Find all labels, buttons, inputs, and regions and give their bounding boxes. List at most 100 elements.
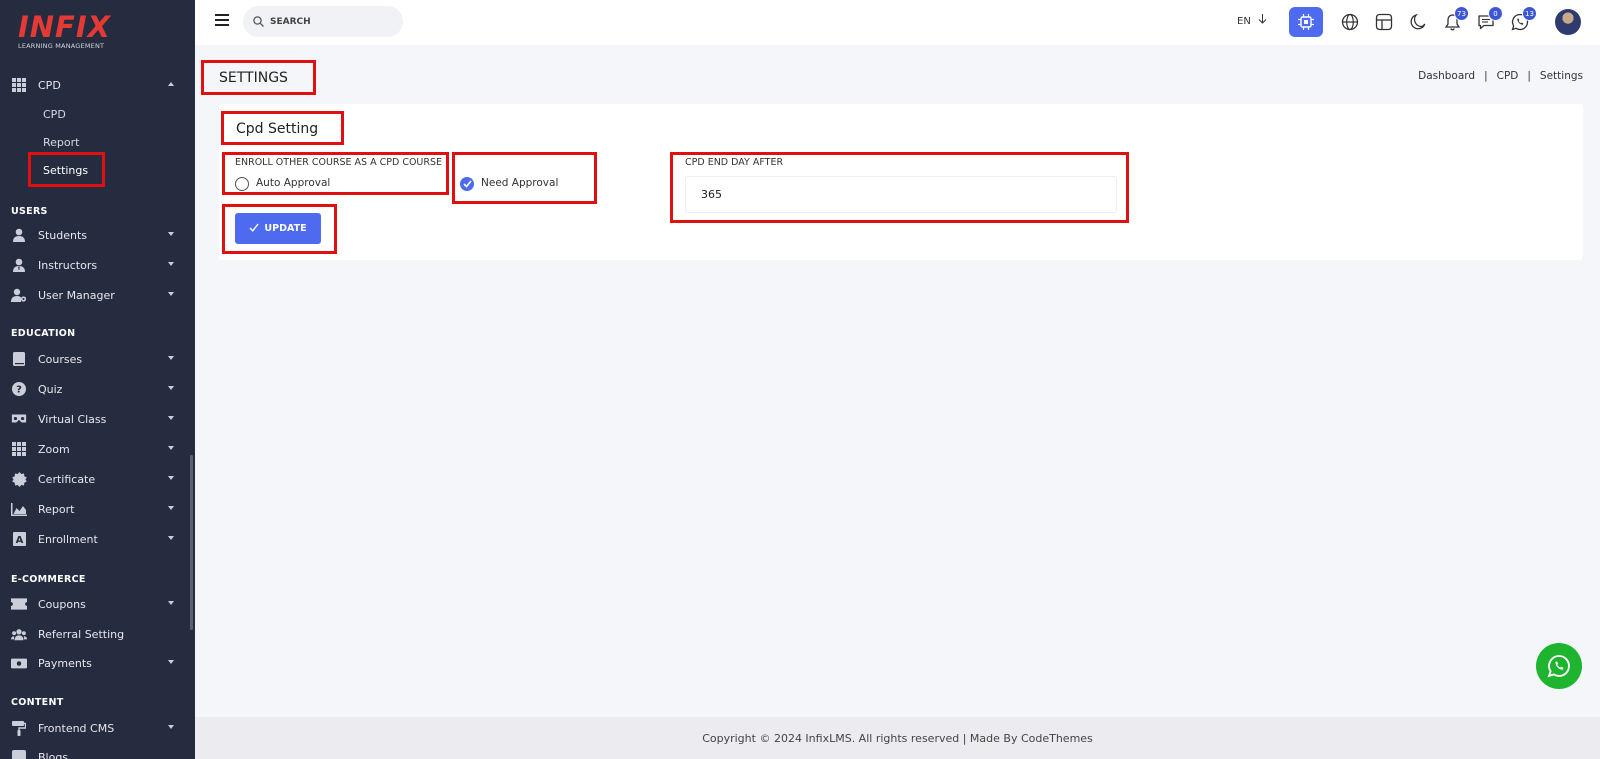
sidebar-item-label: Referral Setting bbox=[38, 627, 125, 641]
sidebar-item-referral-setting[interactable]: Referral Setting bbox=[0, 621, 190, 647]
sidebar-item-label: User Manager bbox=[38, 288, 115, 302]
sidebar-item-courses[interactable]: Courses bbox=[0, 346, 190, 372]
bell-icon[interactable]: 73 bbox=[1441, 6, 1469, 33]
blog-icon bbox=[11, 749, 27, 759]
svg-text:?: ? bbox=[16, 385, 22, 396]
section-label-ecommerce: E-COMMERCE bbox=[11, 574, 86, 585]
end-day-label: CPD END DAY AFTER bbox=[685, 157, 784, 168]
sidebar-item-label: CPD bbox=[38, 78, 61, 92]
sidebar-item-label: Payments bbox=[38, 656, 92, 670]
sidebar-item-label: Certificate bbox=[38, 472, 96, 486]
sidebar-item-user-manager[interactable]: User Manager bbox=[0, 282, 190, 308]
sidebar-item-students[interactable]: Students bbox=[0, 222, 190, 248]
whatsapp-chat-button[interactable] bbox=[1536, 643, 1582, 689]
sidebar-subitem-settings[interactable]: Settings bbox=[43, 164, 88, 177]
sidebar-item-frontend-cms[interactable]: Frontend CMS bbox=[0, 715, 190, 741]
sidebar-item-coupons[interactable]: Coupons bbox=[0, 591, 190, 617]
user-icon bbox=[11, 227, 27, 243]
auto-approval-label[interactable]: Auto Approval bbox=[256, 177, 330, 189]
svg-text:A: A bbox=[15, 535, 23, 546]
sidebar-item-payments[interactable]: Payments bbox=[0, 650, 190, 676]
sidebar-subitem-cpd[interactable]: CPD bbox=[43, 108, 66, 121]
sidebar-item-instructors[interactable]: Instructors bbox=[0, 252, 190, 278]
section-label-education: EDUCATION bbox=[11, 328, 76, 339]
sidebar-item-virtual-class[interactable]: Virtual Class bbox=[0, 406, 190, 432]
arrow-down-icon bbox=[1258, 14, 1267, 27]
chevron-down-icon bbox=[168, 262, 174, 266]
sidebar-item-certificate[interactable]: Certificate bbox=[0, 466, 190, 492]
auto-approval-radio[interactable] bbox=[235, 177, 249, 191]
breadcrumb-dashboard[interactable]: Dashboard bbox=[1418, 70, 1475, 82]
enroll-label: ENROLL OTHER COURSE AS A CPD COURSE bbox=[235, 157, 443, 168]
sidebar-item-label: Report bbox=[38, 502, 75, 516]
sidebar-item-label: Quiz bbox=[38, 382, 63, 396]
globe-icon[interactable] bbox=[1339, 11, 1361, 33]
sidebar-item-label: Courses bbox=[38, 352, 83, 366]
area-chart-icon bbox=[11, 501, 27, 517]
menu-icon[interactable] bbox=[215, 14, 229, 29]
sidebar-item-quiz[interactable]: ? Quiz bbox=[0, 376, 190, 402]
layout-icon[interactable] bbox=[1373, 11, 1395, 33]
check-icon bbox=[249, 223, 259, 235]
sidebar-subitem-report[interactable]: Report bbox=[43, 136, 79, 149]
chat-icon[interactable]: 0 bbox=[1475, 6, 1503, 33]
enrollment-icon: A bbox=[11, 531, 27, 547]
sidebar-item-label: Coupons bbox=[38, 597, 86, 611]
brand-name: INFIX bbox=[18, 10, 112, 44]
question-circle-icon: ? bbox=[11, 381, 27, 397]
money-bill-icon bbox=[11, 655, 27, 671]
footer: Copyright © 2024 InfixLMS. All rights re… bbox=[195, 717, 1600, 759]
sidebar-item-cpd[interactable]: CPD bbox=[0, 72, 190, 98]
update-button[interactable]: UPDATE bbox=[235, 213, 321, 244]
sidebar-item-label: Frontend CMS bbox=[38, 721, 115, 735]
grid-icon bbox=[11, 441, 27, 457]
search-box[interactable] bbox=[243, 6, 403, 37]
sidebar-item-enrollment[interactable]: A Enrollment bbox=[0, 526, 190, 552]
paint-roller-icon bbox=[11, 720, 27, 736]
section-label-users: USERS bbox=[11, 206, 48, 217]
topbar: EN 73 0 13 bbox=[195, 0, 1600, 45]
footer-text: Copyright © 2024 InfixLMS. All rights re… bbox=[702, 731, 1093, 745]
chip-icon[interactable] bbox=[1289, 7, 1323, 37]
need-approval-radio[interactable] bbox=[460, 177, 474, 191]
whatsapp-icon[interactable]: 13 bbox=[1509, 6, 1537, 33]
sidebar-item-zoom[interactable]: Zoom bbox=[0, 436, 190, 462]
whatsapp-badge: 13 bbox=[1522, 6, 1537, 21]
page-title-text: SETTINGS bbox=[219, 69, 288, 86]
vr-headset-icon bbox=[11, 411, 27, 427]
breadcrumb-cpd[interactable]: CPD bbox=[1497, 70, 1519, 82]
sidebar-scrollbar[interactable] bbox=[190, 455, 193, 630]
sidebar-item-label: Blogs bbox=[38, 750, 69, 759]
sidebar-item-report[interactable]: Report bbox=[0, 496, 190, 522]
sidebar-item-blogs[interactable]: Blogs bbox=[0, 744, 190, 759]
sidebar-item-label: Students bbox=[38, 228, 88, 242]
language-selector[interactable]: EN bbox=[1237, 14, 1267, 27]
chevron-down-icon bbox=[168, 536, 174, 540]
grid-icon bbox=[11, 77, 27, 93]
chevron-down-icon bbox=[168, 601, 174, 605]
sidebar-item-label: Virtual Class bbox=[38, 412, 107, 426]
search-input[interactable] bbox=[270, 16, 390, 27]
brand-logo[interactable]: INFIX LEARNING MANAGEMENT bbox=[18, 12, 111, 50]
chevron-down-icon bbox=[168, 292, 174, 296]
breadcrumb-settings: Settings bbox=[1539, 70, 1583, 82]
avatar[interactable] bbox=[1555, 9, 1581, 35]
chevron-up-icon bbox=[168, 82, 174, 86]
book-icon bbox=[11, 351, 27, 367]
chevron-down-icon bbox=[168, 416, 174, 420]
brand-tagline: LEARNING MANAGEMENT bbox=[18, 42, 105, 50]
need-approval-label[interactable]: Need Approval bbox=[481, 177, 558, 189]
user-cog-icon bbox=[11, 287, 27, 303]
sidebar-item-label: Enrollment bbox=[38, 532, 98, 546]
update-button-label: UPDATE bbox=[264, 223, 307, 234]
end-day-input[interactable] bbox=[685, 176, 1117, 213]
chevron-down-icon bbox=[168, 660, 174, 664]
moon-icon[interactable] bbox=[1407, 11, 1429, 33]
search-icon bbox=[253, 12, 264, 31]
chevron-down-icon bbox=[168, 476, 174, 480]
breadcrumb-separator: | bbox=[1484, 70, 1488, 82]
card-title: Cpd Setting bbox=[236, 121, 319, 137]
users-icon bbox=[11, 626, 27, 642]
chevron-down-icon bbox=[168, 386, 174, 390]
ticket-icon bbox=[11, 596, 27, 612]
